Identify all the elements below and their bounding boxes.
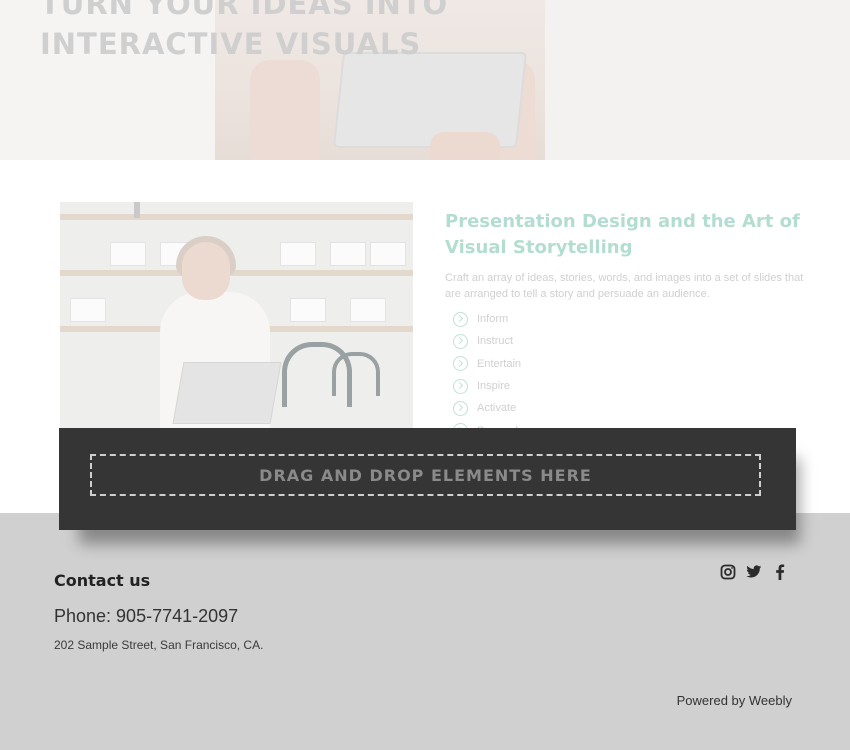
social-links (719, 563, 789, 581)
feature-item: Instruct (453, 330, 524, 352)
feature-label: Inspire (477, 380, 511, 393)
phone-number: Phone: 905-7741-2097 (54, 606, 239, 626)
faucet-image (332, 352, 380, 396)
feature-label: Inform (477, 313, 509, 326)
drag-drop-bar[interactable]: DRAG AND DROP ELEMENTS HERE (59, 428, 796, 530)
storage-box (110, 242, 146, 266)
storage-box (290, 298, 326, 322)
storage-box (350, 298, 386, 322)
person-head (182, 242, 230, 300)
instagram-icon[interactable] (719, 563, 737, 581)
hero-title: TURN YOUR IDEAS INTO INTERACTIVE VISUALS (40, 0, 448, 64)
feature-item: Inspire (453, 375, 524, 397)
shelf (60, 270, 413, 276)
twitter-icon[interactable] (745, 563, 763, 581)
facebook-icon[interactable] (771, 563, 789, 581)
shelf (60, 214, 413, 220)
feature-item: Activate (453, 397, 524, 419)
hero-person-arm-left (250, 60, 320, 160)
feature-list: Inform Instruct Entertain Inspire Activa… (453, 308, 524, 442)
chevron-circle-icon (453, 311, 468, 327)
storage-box (370, 242, 406, 266)
hero-title-line-2: INTERACTIVE VISUALS (40, 27, 422, 61)
feature-label: Activate (477, 402, 517, 415)
presentation-description: Craft an array of ideas, stories, words,… (445, 272, 804, 300)
storage-box (70, 298, 106, 322)
hero-tablet-image (332, 52, 528, 148)
chevron-circle-icon (453, 333, 468, 349)
chevron-circle-icon (453, 356, 468, 372)
powered-by-link[interactable]: Powered by Weebly (677, 693, 792, 708)
laptop-image (172, 362, 282, 424)
storage-box (330, 242, 366, 266)
hero-title-line-1: TURN YOUR IDEAS INTO (40, 0, 449, 21)
chevron-circle-icon (453, 400, 468, 416)
feature-label: Instruct (477, 335, 514, 348)
feature-item: Entertain (453, 353, 524, 375)
feature-label: Entertain (477, 357, 522, 370)
chevron-circle-icon (453, 378, 468, 394)
drop-zone[interactable]: DRAG AND DROP ELEMENTS HERE (90, 454, 761, 496)
drop-zone-label: DRAG AND DROP ELEMENTS HERE (259, 465, 592, 485)
footer: Contact us Phone: 905-7741-2097 202 Samp… (0, 513, 850, 750)
lamp (134, 202, 140, 218)
presentation-title: Presentation Design and the Art of Visua… (445, 211, 800, 258)
address: 202 Sample Street, San Francisco, CA. (54, 638, 264, 652)
storage-box (280, 242, 316, 266)
woman-laptop-photo (60, 202, 413, 430)
hero-overlay (545, 0, 850, 160)
feature-item: Inform (453, 308, 524, 330)
hero-hand-image (430, 132, 500, 160)
hero-banner: TURN YOUR IDEAS INTO INTERACTIVE VISUALS (0, 0, 850, 160)
contact-heading: Contact us (54, 571, 151, 590)
